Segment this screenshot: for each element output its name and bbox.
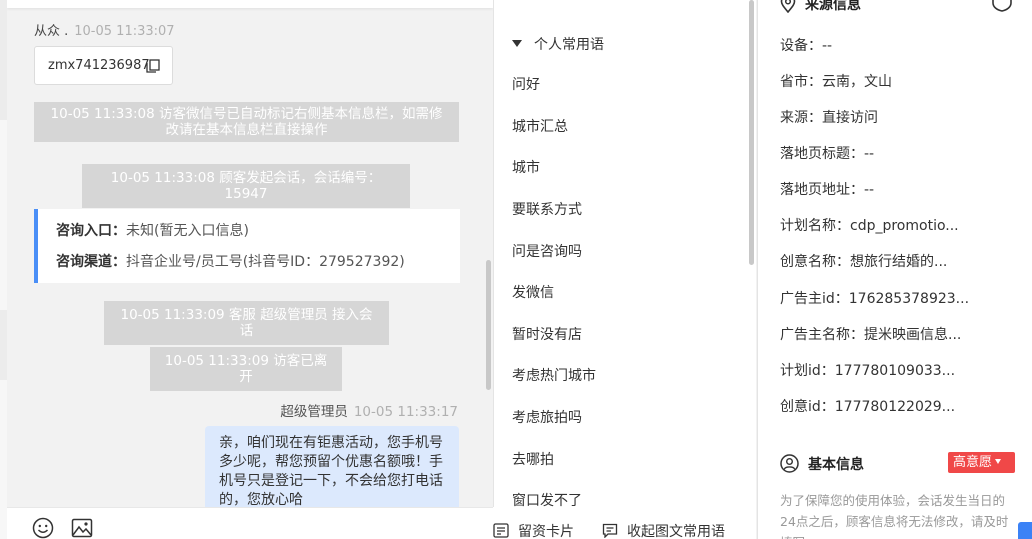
source-field-landing-url: 落地页地址：--	[780, 182, 875, 198]
phrase-group-header[interactable]: 个人常用语	[512, 34, 604, 54]
card-icon	[493, 523, 509, 538]
source-field-source: 来源：直接访问	[780, 110, 878, 126]
floating-action-button[interactable]	[1018, 522, 1032, 539]
system-message: 10-05 11:33:09 客服 超级管理员 接入会话	[104, 301, 389, 345]
system-message: 10-05 11:33:09 访客已离开	[150, 347, 342, 391]
phrase-group-title: 个人常用语	[534, 37, 604, 53]
lead-card-label: 留资卡片	[518, 524, 574, 539]
consult-info-card: 咨询入口：未知(暂无入口信息) 咨询渠道：抖音企业号/员工号(抖音号ID：279…	[34, 209, 460, 283]
phrase-item[interactable]: 城市	[512, 157, 540, 177]
chat-panel: 从众 . 10-05 11:33:07 zmx741236987 10-05 11…	[7, 0, 493, 507]
basic-info-title-text: 基本信息	[808, 457, 864, 473]
phrase-toolbar: 留资卡片 收起图文常用语	[493, 507, 756, 539]
source-field-region: 省市：云南，文山	[780, 74, 892, 90]
chat-scrollbar[interactable]	[486, 260, 491, 390]
shield-icon[interactable]	[991, 0, 1013, 12]
wechat-id-text: zmx741236987	[48, 58, 150, 73]
left-panel-segment	[0, 380, 7, 539]
system-message: 10-05 11:33:08 访客微信号已自动标记右侧基本信息栏，如需修改请在基…	[34, 102, 459, 142]
agent-message-time: 10-05 11:33:17	[353, 404, 458, 420]
phrase-item[interactable]: 暂时没有店	[512, 324, 582, 344]
left-panel-segment	[0, 120, 7, 310]
phrase-item[interactable]: 要联系方式	[512, 199, 582, 219]
phrase-item[interactable]: 问好	[512, 74, 540, 94]
source-field-advertiser-name: 广告主名称：提米映画信息...	[780, 327, 962, 343]
collapse-phrases-label: 收起图文常用语	[627, 524, 725, 539]
left-panel-edge	[0, 0, 7, 539]
caret-down-icon	[512, 40, 522, 47]
source-field-creative-name: 创意名称：想旅行结婚的...	[780, 254, 948, 270]
message-icon	[602, 523, 618, 538]
caret-down-icon	[995, 459, 1002, 464]
source-field-plan-name: 计划名称：cdp_promotio...	[780, 218, 959, 234]
wechat-id-message[interactable]: zmx741236987	[34, 46, 173, 85]
system-message: 10-05 11:33:08 顾客发起会话，会话编号：15947	[82, 164, 410, 208]
lead-card-button[interactable]: 留资卡片	[493, 521, 574, 539]
source-info-title-text: 来源信息	[805, 0, 861, 13]
agent-message-header: 超级管理员 10-05 11:33:17	[280, 400, 458, 420]
source-info-title: 来源信息	[780, 0, 861, 14]
visitor-message-time: 10-05 11:33:07	[74, 24, 175, 39]
source-field-creative-id: 创意id：177780122029...	[780, 399, 956, 415]
chat-toolbar	[7, 507, 493, 539]
phrase-item[interactable]: 发微信	[512, 282, 554, 302]
image-icon[interactable]	[71, 517, 93, 539]
phrase-scrollbar[interactable]	[749, 0, 754, 265]
consult-entry-row: 咨询入口：未知(暂无入口信息)	[56, 221, 460, 252]
source-field-device: 设备：--	[780, 38, 833, 54]
consult-channel-label: 咨询渠道：	[56, 254, 126, 270]
phrase-item[interactable]: 窗口发不了	[512, 490, 582, 507]
consult-entry-label: 咨询入口：	[56, 223, 126, 239]
phrase-item[interactable]: 问是咨询吗	[512, 241, 582, 261]
phrase-item[interactable]: 考虑热门城市	[512, 365, 596, 385]
chat-header-bar	[7, 0, 493, 8]
consult-channel-value: 抖音企业号/员工号(抖音号ID：279527392)	[126, 254, 405, 270]
intent-level-dropdown[interactable]: 高意愿	[948, 452, 1015, 473]
user-circle-icon	[780, 454, 799, 473]
agent-message-bubble: 亲，咱们现在有钜惠活动，您手机号多少呢，帮您预留个优惠名额哦！手机号只是登记一下…	[205, 426, 459, 507]
source-field-advertiser-id: 广告主id：176285378923...	[780, 291, 970, 307]
visitor-name: 从众 .	[34, 24, 69, 39]
phrase-panel: 个人常用语 问好 城市汇总 城市 要联系方式 问是咨询吗 发微信 暂时没有店 考…	[493, 0, 756, 507]
source-field-plan-id: 计划id：177780109033...	[780, 363, 956, 379]
edit-deadline-notice: 为了保障您的使用体验，会话发生当日的24点之后，顾客信息将无法修改，请及时填写	[780, 493, 1009, 539]
basic-info-title: 基本信息	[780, 454, 864, 474]
customer-info-panel: 来源信息 设备：-- 省市：云南，文山 来源：直接访问 落地页标题：-- 落地页…	[757, 0, 1032, 539]
phrase-item[interactable]: 去哪拍	[512, 449, 554, 469]
location-pin-icon	[780, 0, 796, 13]
visitor-message-header: 从众 . 10-05 11:33:07	[34, 20, 175, 39]
consult-entry-value: 未知(暂无入口信息)	[126, 223, 249, 239]
consult-channel-row: 咨询渠道：抖音企业号/员工号(抖音号ID：279527392)	[56, 252, 460, 283]
source-field-landing-title: 落地页标题：--	[780, 146, 875, 162]
phrase-item[interactable]: 考虑旅拍吗	[512, 407, 582, 427]
collapse-phrases-button[interactable]: 收起图文常用语	[602, 521, 725, 539]
emoji-icon[interactable]	[32, 517, 54, 539]
phrase-item[interactable]: 城市汇总	[512, 116, 568, 136]
agent-name: 超级管理员	[280, 404, 348, 420]
intent-level-value: 高意愿	[953, 455, 993, 470]
copy-icon[interactable]	[146, 59, 160, 73]
